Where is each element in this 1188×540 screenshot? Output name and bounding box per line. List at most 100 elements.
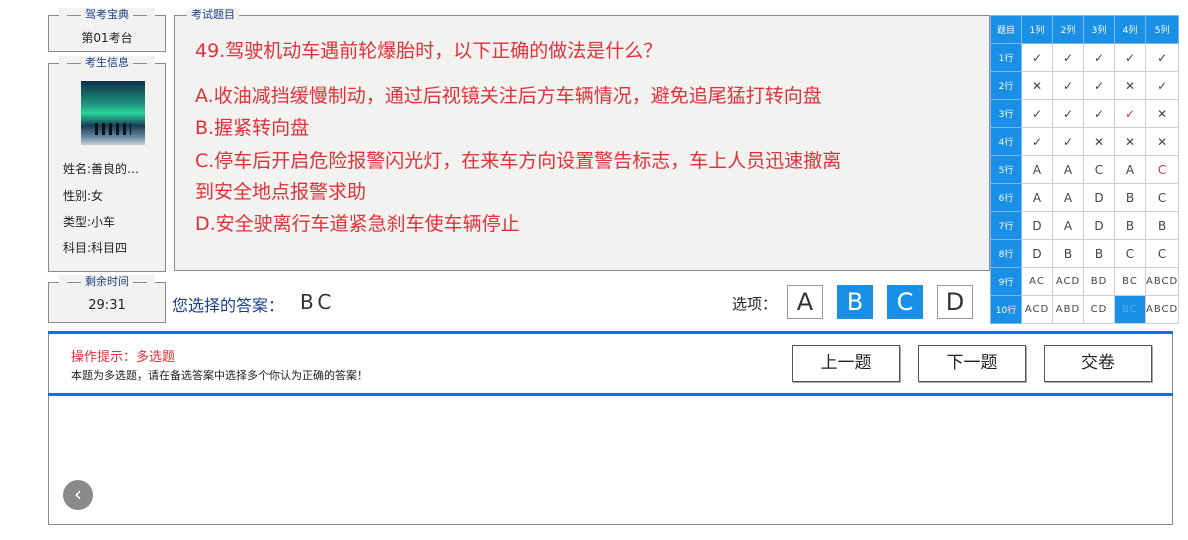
answer-grid: 题目 1列 2列 3列 4列 5列 1行 ✓ ✓ ✓ ✓ ✓ 2行 ✕ ✓ ✓ …: [990, 15, 1180, 324]
grid-cell[interactable]: ✕: [1114, 127, 1146, 156]
prev-question-button[interactable]: 上一题: [792, 345, 900, 382]
grid-row-label: 7行: [990, 211, 1022, 240]
grid-cell[interactable]: ✓: [1052, 43, 1084, 72]
grid-cell[interactable]: B: [1083, 239, 1115, 268]
grid-cell[interactable]: B: [1114, 183, 1146, 212]
option-c-text-continued: 到安全地点报警求助: [195, 181, 367, 203]
grid-cell[interactable]: BD: [1083, 267, 1115, 296]
question-panel: 考试题目 49.驾驶机动车遇前轮爆胎时，以下正确的做法是什么？ A.收油减挡缓慢…: [174, 8, 990, 271]
grid-row-label: 5行: [990, 155, 1022, 184]
grid-cell[interactable]: D: [1083, 183, 1115, 212]
grid-cell[interactable]: C: [1144, 183, 1180, 212]
next-question-button[interactable]: 下一题: [918, 345, 1026, 382]
grid-cell[interactable]: ABCD: [1144, 295, 1180, 324]
grid-cell[interactable]: ✕: [1083, 127, 1115, 156]
hint-description: 本题为多选题，请在备选答案中选择多个你认为正确的答案！: [71, 369, 368, 382]
grid-row-label: 10行: [990, 295, 1022, 324]
grid-cell[interactable]: ✓: [1114, 43, 1146, 72]
exam-book-title: 驾考宝典: [59, 8, 155, 22]
option-c-button[interactable]: C: [887, 285, 923, 319]
submit-exam-button[interactable]: 交卷: [1044, 345, 1152, 382]
candidate-gender: 性别:女: [63, 189, 104, 203]
selected-answer-value: BC: [300, 290, 336, 314]
grid-header-col: 4列: [1114, 15, 1146, 44]
grid-cell[interactable]: ✕: [1114, 71, 1146, 100]
option-a-button[interactable]: A: [787, 285, 823, 319]
question-legend: 考试题目: [187, 8, 239, 22]
grid-cell[interactable]: ✓: [1021, 99, 1053, 128]
grid-cell[interactable]: B: [1052, 239, 1084, 268]
grid-cell[interactable]: ✕: [1144, 127, 1180, 156]
option-d-button[interactable]: D: [937, 285, 973, 319]
grid-cell[interactable]: ✓: [1021, 43, 1053, 72]
candidate-type: 类型:小车: [63, 215, 116, 229]
candidate-info-panel: 考生信息 姓名:善良的… 性别:女 类型:小车 科目:科目四: [48, 56, 166, 272]
grid-cell[interactable]: C: [1144, 155, 1180, 184]
selected-answer-label: 您选择的答案：: [172, 296, 285, 315]
grid-cell[interactable]: A: [1114, 155, 1146, 184]
grid-header-col: 5列: [1144, 15, 1180, 44]
candidate-info-title: 考生信息: [59, 56, 155, 70]
grid-cell[interactable]: ✓: [1144, 71, 1180, 100]
grid-header-col: 2列: [1052, 15, 1084, 44]
grid-header-col: 1列: [1021, 15, 1053, 44]
remaining-time: 29:31: [88, 298, 126, 313]
grid-cell[interactable]: A: [1021, 183, 1053, 212]
grid-cell[interactable]: BC: [1114, 267, 1146, 296]
grid-row-label: 4行: [990, 127, 1022, 156]
hint-title: 操作提示：多选题: [71, 350, 176, 365]
grid-cell[interactable]: ✕: [1021, 71, 1053, 100]
grid-cell[interactable]: D: [1083, 211, 1115, 240]
grid-cell[interactable]: ✓: [1052, 71, 1084, 100]
timer-title: 剩余时间: [59, 275, 155, 289]
option-d-text: D.安全驶离行车道紧急刹车使车辆停止: [195, 213, 520, 235]
option-c-text: C.停车后开启危险报警闪光灯，在来车方向设置警告标志，车上人员迅速撤离: [195, 150, 842, 172]
question-stem: 49.驾驶机动车遇前轮爆胎时，以下正确的做法是什么？: [195, 40, 663, 62]
candidate-subject: 科目:科目四: [63, 241, 128, 255]
grid-cell[interactable]: ABCD: [1144, 267, 1180, 296]
option-b-text: B.握紧转向盘: [195, 117, 310, 139]
grid-cell[interactable]: ✓: [1083, 99, 1115, 128]
bottom-area: [48, 396, 1173, 525]
grid-row-label: 9行: [990, 267, 1022, 296]
grid-header-col: 3列: [1083, 15, 1115, 44]
grid-cell[interactable]: ✓: [1021, 127, 1053, 156]
grid-row-label: 6行: [990, 183, 1022, 212]
grid-cell[interactable]: ✓: [1083, 71, 1115, 100]
option-b-button[interactable]: B: [837, 285, 873, 319]
grid-cell[interactable]: AC: [1021, 267, 1053, 296]
grid-cell[interactable]: C: [1144, 239, 1180, 268]
grid-cell[interactable]: C: [1114, 239, 1146, 268]
grid-cell[interactable]: ✓: [1144, 43, 1180, 72]
options-label: 选项：: [732, 295, 778, 313]
grid-cell[interactable]: A: [1021, 155, 1053, 184]
grid-row-label: 8行: [990, 239, 1022, 268]
grid-cell[interactable]: ✓: [1083, 43, 1115, 72]
grid-cell[interactable]: B: [1144, 211, 1180, 240]
option-a-text: A.收油减挡缓慢制动，通过后视镜关注后方车辆情况，避免追尾猛打转向盘: [195, 85, 822, 107]
grid-cell[interactable]: ✓: [1052, 99, 1084, 128]
grid-cell-current[interactable]: BC: [1114, 295, 1146, 324]
grid-cell[interactable]: ACD: [1021, 295, 1053, 324]
candidate-name: 姓名:善良的…: [63, 162, 140, 176]
grid-cell[interactable]: D: [1021, 239, 1053, 268]
grid-cell[interactable]: A: [1052, 211, 1084, 240]
grid-cell[interactable]: ✓: [1052, 127, 1084, 156]
grid-cell[interactable]: B: [1114, 211, 1146, 240]
grid-row-label: 3行: [990, 99, 1022, 128]
candidate-photo: [81, 81, 145, 145]
grid-cell[interactable]: D: [1021, 211, 1053, 240]
grid-row-label: 2行: [990, 71, 1022, 100]
grid-cell[interactable]: ✕: [1144, 99, 1180, 128]
grid-cell[interactable]: CD: [1083, 295, 1115, 324]
back-arrow-icon[interactable]: ‹: [63, 480, 93, 510]
grid-header-corner: 题目: [990, 15, 1022, 44]
timer-panel: 剩余时间 29:31: [48, 275, 166, 323]
grid-cell[interactable]: ACD: [1052, 267, 1084, 296]
grid-cell[interactable]: A: [1052, 183, 1084, 212]
grid-cell[interactable]: ABD: [1052, 295, 1084, 324]
grid-cell[interactable]: A: [1052, 155, 1084, 184]
grid-cell[interactable]: ✓: [1114, 99, 1146, 128]
seat-number: 第01考台: [81, 31, 133, 45]
grid-cell[interactable]: C: [1083, 155, 1115, 184]
